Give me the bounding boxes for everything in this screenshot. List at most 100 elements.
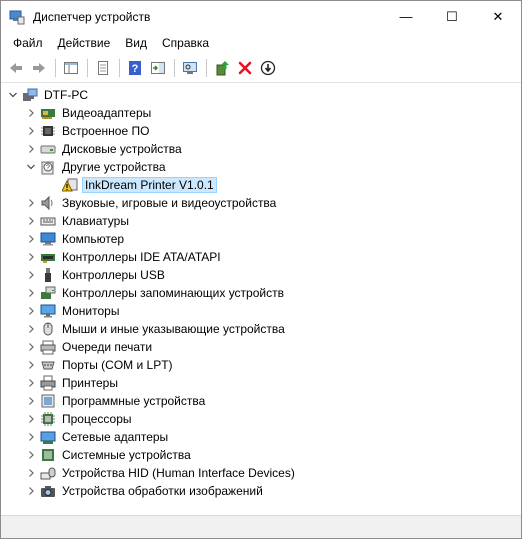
disable-device-button[interactable] [257,57,279,79]
storage-controller-icon [40,285,56,301]
svg-text:?: ? [46,165,50,172]
tree-item-warning-device[interactable]: InkDream Printer V1.0.1 [1,176,521,194]
tree-item-software-device[interactable]: Программные устройства [1,392,521,410]
tree-item-label: Устройства обработки изображений [62,484,263,498]
tree-item-display-adapter[interactable]: Видеоадаптеры [1,104,521,122]
computer-root-icon [22,87,38,103]
properties-button[interactable] [92,57,114,79]
tree-item-firmware[interactable]: Встроенное ПО [1,122,521,140]
collapse-chevron-icon[interactable] [25,161,37,173]
menu-action[interactable]: Действие [52,36,117,50]
show-hide-console-tree-button[interactable] [60,57,82,79]
tree-item-label: Встроенное ПО [62,124,150,138]
print-queue-icon [40,339,56,355]
expand-chevron-icon[interactable] [25,449,37,461]
tree-item-print-queue[interactable]: Очереди печати [1,338,521,356]
toolbar-separator [87,59,88,77]
tree-root-node[interactable]: DTF-PC [1,86,521,104]
tree-item-label: Клавиатуры [62,214,129,228]
expand-chevron-icon[interactable] [25,467,37,479]
tree-item-label: Контроллеры IDE ATA/ATAPI [62,250,221,264]
tree-item-keyboard[interactable]: Клавиатуры [1,212,521,230]
toolbar-separator [174,59,175,77]
hid-icon [40,465,56,481]
expand-chevron-icon[interactable] [25,341,37,353]
expand-chevron-icon[interactable] [25,251,37,263]
expand-chevron-icon[interactable] [25,125,37,137]
properties-icon [98,61,108,75]
collapse-chevron-icon[interactable] [7,89,19,101]
device-manager-window: Диспетчер устройств — ☐ ✕ Файл Действие … [0,0,522,539]
menu-help[interactable]: Справка [156,36,215,50]
port-icon [40,357,56,373]
tree-item-system-device[interactable]: Системные устройства [1,446,521,464]
expand-chevron-icon[interactable] [25,233,37,245]
title-bar[interactable]: Диспетчер устройств — ☐ ✕ [1,1,521,32]
tree-item-speaker[interactable]: Звуковые, игровые и видеоустройства [1,194,521,212]
toolbar-separator [55,59,56,77]
menu-bar: Файл Действие Вид Справка [1,32,521,54]
device-tree[interactable]: DTF-PC Видеоадаптеры Встроенное ПО Дисковы… [1,84,521,516]
expand-chevron-icon[interactable] [25,305,37,317]
update-driver-button[interactable] [211,57,233,79]
expand-chevron-icon[interactable] [25,269,37,281]
toolbar-separator [119,59,120,77]
menu-file[interactable]: Файл [7,36,49,50]
tree-item-storage-controller[interactable]: Контроллеры запоминающих устройств [1,284,521,302]
expand-chevron-icon[interactable] [25,143,37,155]
speaker-icon [40,195,56,211]
expand-chevron-icon[interactable] [25,377,37,389]
tree-item-usb[interactable]: Контроллеры USB [1,266,521,284]
tree-item-disk-drive[interactable]: Дисковые устройства [1,140,521,158]
tree-item-label: Устройства HID (Human Interface Devices) [62,466,295,480]
expand-chevron-icon[interactable] [25,359,37,371]
tree-item-monitor[interactable]: Мониторы [1,302,521,320]
tree-item-computer[interactable]: Компьютер [1,230,521,248]
expand-chevron-icon[interactable] [25,323,37,335]
expand-chevron-icon[interactable] [25,107,37,119]
tree-item-other-devices[interactable]: ? Другие устройства [1,158,521,176]
expand-chevron-icon[interactable] [25,413,37,425]
minimize-button[interactable]: — [383,1,429,32]
tree-item-processor[interactable]: Процессоры [1,410,521,428]
tree-item-label: Видеоадаптеры [62,106,152,120]
tree-root-label: DTF-PC [44,88,88,102]
firmware-icon [40,123,56,139]
help-button[interactable]: ? [124,57,146,79]
forward-arrow-icon [33,63,45,73]
expand-chevron-icon[interactable] [25,215,37,227]
back-button[interactable] [5,57,27,79]
tree-item-label: Дисковые устройства [62,142,182,156]
monitor-icon [40,303,56,319]
tree-item-mouse[interactable]: Мыши и иные указывающие устройства [1,320,521,338]
expand-chevron-icon[interactable] [25,395,37,407]
maximize-button[interactable]: ☐ [429,1,475,32]
tree-item-label: Мониторы [62,304,120,318]
toolbar-separator [206,59,207,77]
console-tree-icon [64,62,78,74]
processor-icon [40,411,56,427]
menu-view[interactable]: Вид [119,36,153,50]
imaging-device-icon [40,483,56,499]
scan-hardware-icon [183,62,197,74]
ide-controller-icon [40,249,56,265]
expand-chevron-icon[interactable] [25,431,37,443]
keyboard-icon [40,213,56,229]
tree-item-imaging-device[interactable]: Устройства обработки изображений [1,482,521,500]
forward-button[interactable] [28,57,50,79]
expand-chevron-icon[interactable] [25,485,37,497]
tree-item-hid[interactable]: Устройства HID (Human Interface Devices) [1,464,521,482]
tree-item-label: Системные устройства [62,448,191,462]
tree-item-label: Контроллеры запоминающих устройств [62,286,284,300]
tree-item-network-adapter[interactable]: Сетевые адаптеры [1,428,521,446]
tree-item-ide-controller[interactable]: Контроллеры IDE ATA/ATAPI [1,248,521,266]
close-button[interactable]: ✕ [475,1,521,32]
expand-chevron-icon[interactable] [25,197,37,209]
tree-item-port[interactable]: Порты (COM и LPT) [1,356,521,374]
uninstall-device-button[interactable] [234,57,256,79]
mouse-icon [40,321,56,337]
expand-chevron-icon[interactable] [25,287,37,299]
action-pane-button[interactable] [147,57,169,79]
scan-hardware-button[interactable] [179,57,201,79]
tree-item-printer[interactable]: Принтеры [1,374,521,392]
